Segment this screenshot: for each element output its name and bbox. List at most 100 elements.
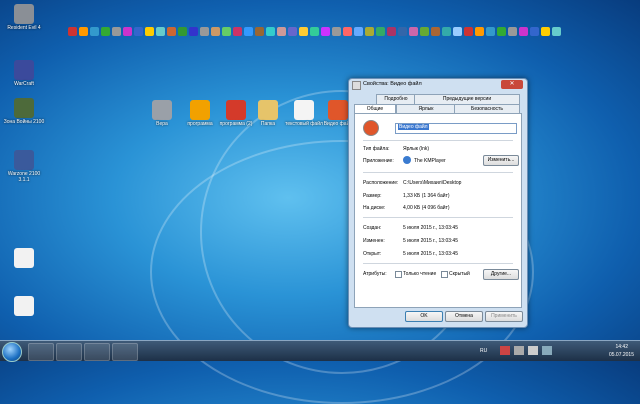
desktop-left-icon-3[interactable]: Warzone 2100 3.1.1 [2, 150, 46, 183]
quicklaunch-app-icon[interactable] [123, 26, 132, 36]
change-button[interactable]: Изменить... [483, 155, 519, 166]
quicklaunch-app-icon[interactable] [431, 26, 440, 36]
filename-input[interactable]: Видео файл [395, 123, 517, 134]
other-attributes-button[interactable]: Другие... [483, 269, 519, 280]
clock-date[interactable]: 05.07.2015 [609, 352, 634, 358]
quicklaunch-app-icon[interactable] [288, 26, 297, 36]
modified-label: Изменен: [363, 238, 385, 244]
quicklaunch-app-icon[interactable] [222, 26, 231, 36]
quicklaunch-app-icon[interactable] [541, 26, 550, 36]
shortcut-icon [190, 100, 210, 120]
quicklaunch-app-icon[interactable] [255, 26, 264, 36]
desktop-left-icon-0[interactable]: Resident Evil 4 [2, 4, 46, 31]
quicklaunch-app-icon[interactable] [178, 26, 187, 36]
language-indicator[interactable]: RU [480, 348, 487, 354]
desktop-left-icon-1[interactable]: WarCraft [2, 60, 46, 87]
start-button[interactable] [2, 342, 22, 362]
quicklaunch-app-icon[interactable] [244, 26, 253, 36]
desktop-left-icon-5[interactable]: ​ [2, 296, 46, 323]
shortcut-icon [152, 100, 172, 120]
quicklaunch-app-icon[interactable] [167, 26, 176, 36]
shortcut-icon [258, 100, 278, 120]
quicklaunch-app-icon[interactable] [354, 26, 363, 36]
readonly-label: Только чтение [403, 271, 437, 277]
taskbar-explorer-icon[interactable] [84, 343, 110, 361]
quicklaunch-app-icon[interactable] [189, 26, 198, 36]
hidden-label: Скрытый [449, 271, 470, 277]
quicklaunch-app-icon[interactable] [519, 26, 528, 36]
apply-button[interactable]: Применить [485, 311, 523, 322]
quicklaunch-app-icon[interactable] [365, 26, 374, 36]
taskbar-opera-icon[interactable] [56, 343, 82, 361]
quicklaunch-app-icon[interactable] [475, 26, 484, 36]
quicklaunch-app-icon[interactable] [332, 26, 341, 36]
quicklaunch-app-icon[interactable] [277, 26, 286, 36]
close-button[interactable]: ✕ [501, 80, 523, 89]
quicklaunch-app-icon[interactable] [101, 26, 110, 36]
filename-text: Видео файл [398, 124, 429, 130]
shortcut-icon [328, 100, 348, 120]
created-value: 5 июля 2015 г., 13:03:45 [403, 225, 458, 231]
readonly-checkbox[interactable] [395, 271, 402, 278]
big-file-icon [363, 120, 379, 136]
quicklaunch-app-icon[interactable] [343, 26, 352, 36]
desktop-icon-label: ​ [2, 269, 46, 275]
quicklaunch-app-icon[interactable] [233, 26, 242, 36]
opened-label: Открыт: [363, 251, 382, 257]
quicklaunch-app-icon[interactable] [387, 26, 396, 36]
quicklaunch-app-icon[interactable] [508, 26, 517, 36]
desktop-left-icon-4[interactable]: ​ [2, 248, 46, 275]
quicklaunch-app-icon[interactable] [530, 26, 539, 36]
quicklaunch-app-icon[interactable] [398, 26, 407, 36]
quicklaunch-app-icon[interactable] [321, 26, 330, 36]
opened-value: 5 июля 2015 г., 13:03:45 [403, 251, 458, 257]
dialog-titlebar[interactable]: Свойства: Видео файл ✕ [349, 79, 527, 90]
size-label: Размер: [363, 193, 382, 199]
desktop-icon-label: ​ [2, 317, 46, 323]
taskbar-chrome-icon[interactable] [28, 343, 54, 361]
tray-icons [500, 346, 590, 355]
quicklaunch-app-icon[interactable] [299, 26, 308, 36]
quicklaunch-app-icon[interactable] [453, 26, 462, 36]
file-icon [352, 81, 361, 90]
properties-dialog: Свойства: Видео файл ✕ Подробно Предыдущ… [348, 78, 528, 328]
quicklaunch-app-icon[interactable] [409, 26, 418, 36]
location-value: C:\Users\Михаил\Desktop [403, 180, 462, 186]
quicklaunch-app-icon[interactable] [310, 26, 319, 36]
taskbar-app-icon[interactable] [112, 343, 138, 361]
quicklaunch-app-icon[interactable] [486, 26, 495, 36]
desktop-left-icon-2[interactable]: Зона Войны 2100 [2, 98, 46, 125]
shortcut-icon [14, 60, 34, 80]
quicklaunch-app-icon[interactable] [134, 26, 143, 36]
quicklaunch-app-icon[interactable] [112, 26, 121, 36]
clock-time[interactable]: 14:42 [615, 344, 628, 350]
divider [363, 217, 513, 218]
desktop-icon-label: Зона Войны 2100 [3, 119, 45, 125]
quicklaunch-app-icon[interactable] [442, 26, 451, 36]
quicklaunch-app-icon[interactable] [156, 26, 165, 36]
quicklaunch-app-icon[interactable] [79, 26, 88, 36]
file-type-label: Тип файла: [363, 146, 390, 152]
quicklaunch-app-icon[interactable] [266, 26, 275, 36]
attributes-label: Атрибуты: [363, 271, 387, 277]
quicklaunch-app-icon[interactable] [464, 26, 473, 36]
quicklaunch-app-icon[interactable] [420, 26, 429, 36]
ok-button[interactable]: OK [405, 311, 443, 322]
shortcut-icon [294, 100, 314, 120]
modified-value: 5 июля 2015 г., 13:03:45 [403, 238, 458, 244]
quicklaunch-app-icon[interactable] [552, 26, 561, 36]
divider [363, 172, 513, 173]
quicklaunch-app-icon[interactable] [497, 26, 506, 36]
quicklaunch-app-icon[interactable] [200, 26, 209, 36]
shortcut-icon [14, 248, 34, 268]
quicklaunch-app-icon[interactable] [68, 26, 77, 36]
quicklaunch-app-icon[interactable] [145, 26, 154, 36]
quicklaunch-app-icon[interactable] [376, 26, 385, 36]
quicklaunch-app-icon[interactable] [211, 26, 220, 36]
desktop-icon-label: Warzone 2100 3.1.1 [7, 171, 41, 183]
shortcut-icon [14, 150, 34, 170]
quicklaunch-app-icon[interactable] [90, 26, 99, 36]
tab-strip: Подробно Предыдущие версии Общие Ярлык Б… [354, 94, 522, 115]
hidden-checkbox[interactable] [441, 271, 448, 278]
cancel-button[interactable]: Отмена [445, 311, 483, 322]
